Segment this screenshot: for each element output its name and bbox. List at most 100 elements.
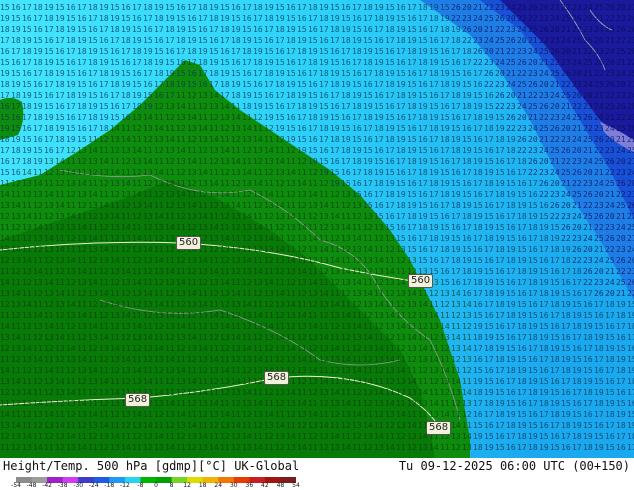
field-value: 12 bbox=[297, 421, 307, 430]
field-value: 12 bbox=[132, 212, 142, 221]
field-value: 11 bbox=[308, 355, 318, 364]
field-value: 26 bbox=[605, 80, 615, 89]
field-value: 13 bbox=[22, 355, 32, 364]
field-value: 11 bbox=[44, 399, 54, 408]
field-value: 18 bbox=[440, 25, 450, 34]
field-value: 12 bbox=[385, 245, 395, 254]
field-value: 11 bbox=[308, 267, 318, 276]
field-value: 11 bbox=[242, 113, 252, 122]
field-value: 14 bbox=[187, 333, 197, 342]
field-value: 17 bbox=[143, 14, 153, 23]
field-value: 17 bbox=[484, 300, 494, 309]
field-value: 22 bbox=[561, 80, 571, 89]
field-value: 14 bbox=[220, 410, 230, 419]
field-value: 13 bbox=[77, 190, 87, 199]
field-value: 11 bbox=[176, 399, 186, 408]
field-value: 17 bbox=[429, 25, 439, 34]
field-value: 17 bbox=[308, 14, 318, 23]
field-value: 20 bbox=[550, 179, 560, 188]
field-value: 11 bbox=[132, 443, 142, 452]
field-value: 14 bbox=[231, 377, 241, 386]
field-value: 19 bbox=[308, 157, 318, 166]
field-value: 19 bbox=[22, 91, 32, 100]
field-value: 13 bbox=[121, 410, 131, 419]
field-value: 15 bbox=[286, 124, 296, 133]
field-value: 22 bbox=[539, 113, 549, 122]
field-value: 18 bbox=[0, 135, 10, 144]
field-value: 12 bbox=[319, 179, 329, 188]
field-value: 16 bbox=[319, 91, 329, 100]
field-value: 12 bbox=[11, 223, 21, 232]
field-value: 16 bbox=[506, 278, 516, 287]
field-value: 12 bbox=[198, 366, 208, 375]
field-value: 16 bbox=[418, 25, 428, 34]
field-value: 16 bbox=[627, 344, 634, 353]
field-value: 11 bbox=[352, 355, 362, 364]
field-value: 22 bbox=[583, 124, 593, 133]
field-value: 14 bbox=[385, 399, 395, 408]
field-value: 11 bbox=[121, 168, 131, 177]
field-value: 21 bbox=[616, 58, 626, 67]
field-value: 15 bbox=[407, 80, 417, 89]
field-value: 12 bbox=[44, 300, 54, 309]
field-value: 19 bbox=[429, 3, 439, 12]
field-value: 16 bbox=[231, 3, 241, 12]
field-value: 11 bbox=[330, 377, 340, 386]
field-value: 13 bbox=[385, 410, 395, 419]
field-value: 14 bbox=[22, 168, 32, 177]
field-value: 12 bbox=[374, 234, 384, 243]
field-value: 12 bbox=[440, 344, 450, 353]
field-value: 14 bbox=[121, 311, 131, 320]
field-value: 11 bbox=[308, 443, 318, 452]
field-value: 15 bbox=[319, 47, 329, 56]
field-value: 12 bbox=[66, 146, 76, 155]
field-value: 11 bbox=[385, 432, 395, 441]
field-value: 11 bbox=[121, 344, 131, 353]
field-value: 15 bbox=[396, 179, 406, 188]
field-value: 12 bbox=[242, 278, 252, 287]
field-value: 11 bbox=[66, 289, 76, 298]
field-value: 18 bbox=[429, 234, 439, 243]
field-value: 26 bbox=[583, 190, 593, 199]
field-value: 12 bbox=[132, 124, 142, 133]
field-value: 13 bbox=[264, 333, 274, 342]
field-value: 11 bbox=[154, 157, 164, 166]
field-value: 11 bbox=[0, 443, 10, 452]
field-value: 16 bbox=[451, 278, 461, 287]
field-value: 11 bbox=[352, 443, 362, 452]
field-value: 12 bbox=[308, 300, 318, 309]
field-value: 13 bbox=[11, 300, 21, 309]
field-value: 18 bbox=[561, 311, 571, 320]
field-value: 18 bbox=[517, 267, 527, 276]
field-value: 23 bbox=[594, 201, 604, 210]
field-value: 17 bbox=[462, 113, 472, 122]
field-value: 13 bbox=[418, 443, 428, 452]
field-value: 12 bbox=[330, 190, 340, 199]
field-value: 19 bbox=[506, 355, 516, 364]
field-value: 17 bbox=[33, 69, 43, 78]
field-value: 12 bbox=[341, 377, 351, 386]
field-value: 12 bbox=[176, 388, 186, 397]
field-value: 16 bbox=[616, 388, 626, 397]
field-value: 16 bbox=[374, 201, 384, 210]
field-value: 14 bbox=[374, 388, 384, 397]
field-value: 21 bbox=[627, 3, 634, 12]
field-value: 15 bbox=[308, 36, 318, 45]
field-value: 14 bbox=[55, 201, 65, 210]
field-value: 19 bbox=[165, 14, 175, 23]
field-value: 12 bbox=[264, 388, 274, 397]
field-value: 12 bbox=[275, 267, 285, 276]
field-value: 25 bbox=[561, 168, 571, 177]
field-value: 13 bbox=[275, 432, 285, 441]
field-value: 16 bbox=[121, 3, 131, 12]
field-value: 14 bbox=[264, 410, 274, 419]
field-value: 11 bbox=[308, 399, 318, 408]
map-canvas: 15 16 17 18 19 15 16 17 18 19 15 16 17 18 19 15 16 17 18 19… bbox=[0, 0, 634, 458]
field-value: 13 bbox=[154, 355, 164, 364]
field-value: 11 bbox=[341, 344, 351, 353]
field-value: 11 bbox=[143, 190, 153, 199]
field-value: 15 bbox=[484, 102, 494, 111]
field-value: 19 bbox=[429, 223, 439, 232]
field-value: 19 bbox=[154, 3, 164, 12]
field-value: 14 bbox=[121, 443, 131, 452]
